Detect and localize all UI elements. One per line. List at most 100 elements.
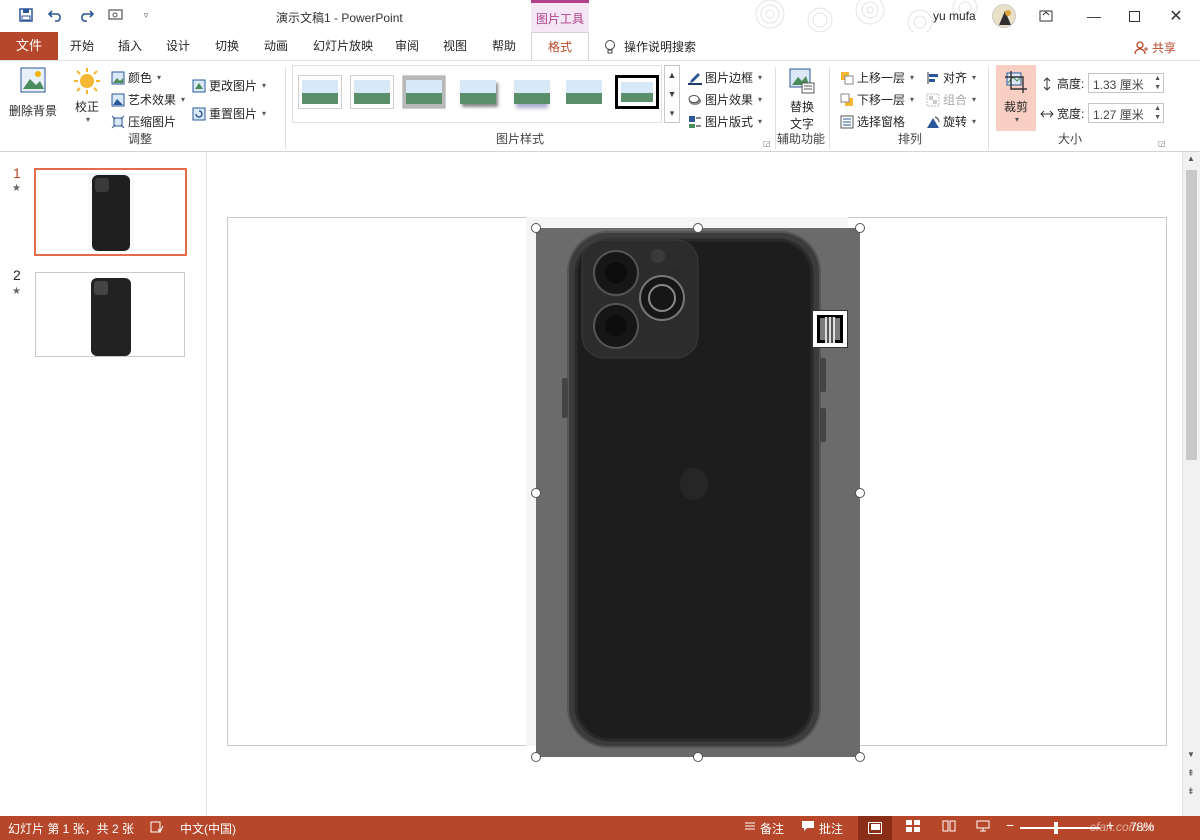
minimize-icon[interactable]: — — [1084, 6, 1104, 26]
slideshow-icon[interactable] — [976, 820, 990, 835]
tab-design[interactable]: 设计 — [156, 32, 200, 60]
zoom-out-icon[interactable]: − — [1006, 817, 1014, 833]
resize-handle-bm[interactable] — [693, 752, 703, 762]
picture-effects-button[interactable]: 图片效果 ▾ — [688, 91, 762, 108]
alt-text-button[interactable]: 替换 文字 — [782, 67, 822, 132]
slide-thumbnail-1[interactable] — [34, 168, 187, 256]
picture-layout-button[interactable]: 图片版式 ▾ — [688, 113, 762, 130]
spin-down-icon[interactable]: ▼ — [1154, 84, 1161, 91]
tab-file[interactable]: 文件 — [0, 32, 58, 60]
avatar[interactable] — [992, 4, 1016, 28]
language-indicator[interactable]: 中文(中国) — [180, 820, 236, 837]
maximize-icon[interactable] — [1124, 6, 1144, 26]
zoom-slider-thumb[interactable] — [1054, 822, 1058, 834]
notes-button[interactable]: 备注 — [744, 820, 784, 837]
gallery-more-icon[interactable]: ▾ — [665, 104, 679, 123]
picture-style-3[interactable] — [402, 75, 446, 109]
send-backward-button[interactable]: 下移一层 ▾ — [840, 91, 914, 108]
change-picture-button[interactable]: 更改图片 ▾ — [192, 77, 266, 94]
resize-handle-tr[interactable] — [855, 223, 865, 233]
user-name[interactable]: yu mufa — [933, 9, 976, 23]
scroll-up-icon[interactable]: ▲ — [1187, 154, 1195, 163]
crop-button[interactable]: 裁剪 ▾ — [996, 65, 1036, 131]
align-button[interactable]: 对齐 ▾ — [926, 69, 976, 86]
picture-tools-context-label: 图片工具 — [531, 0, 589, 32]
tab-animations[interactable]: 动画 — [254, 32, 298, 60]
resize-handle-tm[interactable] — [693, 223, 703, 233]
rotate-button[interactable]: 旋转 ▾ — [926, 113, 976, 130]
crop-icon — [1005, 71, 1027, 93]
remove-background-button[interactable]: 删除背景 — [8, 65, 58, 119]
corrections-button[interactable]: 校正 ▾ — [68, 67, 106, 124]
picture-style-7[interactable] — [615, 75, 659, 109]
chevron-down-icon: ▾ — [758, 117, 763, 126]
animation-star-icon: ★ — [12, 183, 21, 194]
undo-icon[interactable] — [48, 7, 64, 23]
picture-style-4[interactable] — [456, 75, 500, 109]
reset-picture-icon — [192, 107, 206, 120]
color-button[interactable]: 颜色 ▾ — [111, 69, 161, 86]
share-button[interactable]: 共享 — [1134, 39, 1176, 56]
close-icon[interactable]: ✕ — [1166, 6, 1186, 26]
height-input[interactable]: 1.33 厘米 ▲ ▼ — [1088, 73, 1164, 93]
spellcheck-icon[interactable] — [150, 820, 164, 837]
zoom-slider[interactable] — [1020, 822, 1100, 834]
tab-slideshow[interactable]: 幻灯片放映 — [308, 32, 378, 60]
width-input[interactable]: 1.27 厘米 ▲ ▼ — [1088, 103, 1164, 123]
background-pattern — [755, 0, 978, 32]
comments-button[interactable]: 批注 — [801, 820, 843, 837]
tell-me-search[interactable]: 操作说明搜索 — [604, 38, 696, 55]
tab-insert[interactable]: 插入 — [108, 32, 152, 60]
spin-up-icon[interactable]: ▲ — [1154, 75, 1161, 82]
picture-style-5[interactable] — [510, 75, 554, 109]
width-value: 1.27 厘米 — [1093, 108, 1144, 122]
vertical-scrollbar[interactable]: ▲ ▼ ⇞ ⇟ — [1182, 152, 1200, 816]
bring-forward-button[interactable]: 上移一层 ▾ — [840, 69, 914, 86]
chevron-up-icon[interactable]: ▲ — [665, 66, 679, 85]
reading-view-icon[interactable] — [942, 820, 956, 835]
dialog-launcher-icon[interactable]: ◲ — [1158, 139, 1166, 148]
slide-sorter-icon[interactable] — [906, 820, 920, 835]
chevron-down-icon: ▾ — [262, 109, 267, 118]
spin-up-icon[interactable]: ▲ — [1154, 105, 1161, 112]
spin-down-icon[interactable]: ▼ — [1154, 114, 1161, 121]
tab-home[interactable]: 开始 — [60, 32, 104, 60]
slide-thumbnail-2[interactable] — [35, 272, 185, 357]
reset-picture-button[interactable]: 重置图片 ▾ — [192, 105, 266, 122]
selection-pane-button[interactable]: 选择窗格 — [840, 113, 905, 130]
tab-transitions[interactable]: 切换 — [205, 32, 249, 60]
ribbon-display-options-icon[interactable] — [1036, 6, 1056, 26]
artistic-effects-button[interactable]: 艺术效果 ▾ — [111, 91, 185, 108]
tab-review[interactable]: 审阅 — [385, 32, 429, 60]
customize-qat-icon[interactable]: ▿ — [138, 7, 154, 23]
chevron-down-icon[interactable]: ▼ — [665, 85, 679, 104]
picture-layout-label: 图片版式 — [705, 115, 754, 129]
picture-style-1[interactable] — [298, 75, 342, 109]
scroll-thumb[interactable] — [1186, 170, 1197, 460]
redo-icon[interactable] — [78, 7, 94, 23]
dialog-launcher-icon[interactable]: ◲ — [763, 139, 771, 148]
resize-handle-tl[interactable] — [531, 223, 541, 233]
tab-help[interactable]: 帮助 — [482, 32, 526, 60]
gallery-scroll[interactable]: ▲ ▼ ▾ — [664, 65, 680, 123]
compress-pictures-button[interactable]: 压缩图片 — [111, 113, 176, 130]
phone-image[interactable] — [536, 228, 860, 757]
resize-handle-mr[interactable] — [855, 488, 865, 498]
picture-style-6[interactable] — [562, 75, 606, 109]
save-icon[interactable] — [18, 7, 34, 23]
scroll-down-icon[interactable]: ▼ — [1187, 750, 1195, 759]
crop-handle[interactable] — [812, 310, 848, 348]
normal-view-button[interactable] — [858, 816, 892, 840]
group-objects-button[interactable]: 组合 ▾ — [926, 91, 976, 108]
picture-border-button[interactable]: 图片边框 ▾ — [688, 69, 762, 86]
previous-slide-icon[interactable]: ⇞ — [1187, 768, 1195, 779]
next-slide-icon[interactable]: ⇟ — [1187, 786, 1195, 797]
resize-handle-bl[interactable] — [531, 752, 541, 762]
tab-view[interactable]: 视图 — [433, 32, 477, 60]
tab-format[interactable]: 格式 — [531, 32, 589, 61]
resize-handle-ml[interactable] — [531, 488, 541, 498]
picture-style-2[interactable] — [350, 75, 394, 109]
chevron-down-icon: ▾ — [910, 95, 915, 104]
present-icon[interactable] — [108, 7, 124, 23]
resize-handle-br[interactable] — [855, 752, 865, 762]
